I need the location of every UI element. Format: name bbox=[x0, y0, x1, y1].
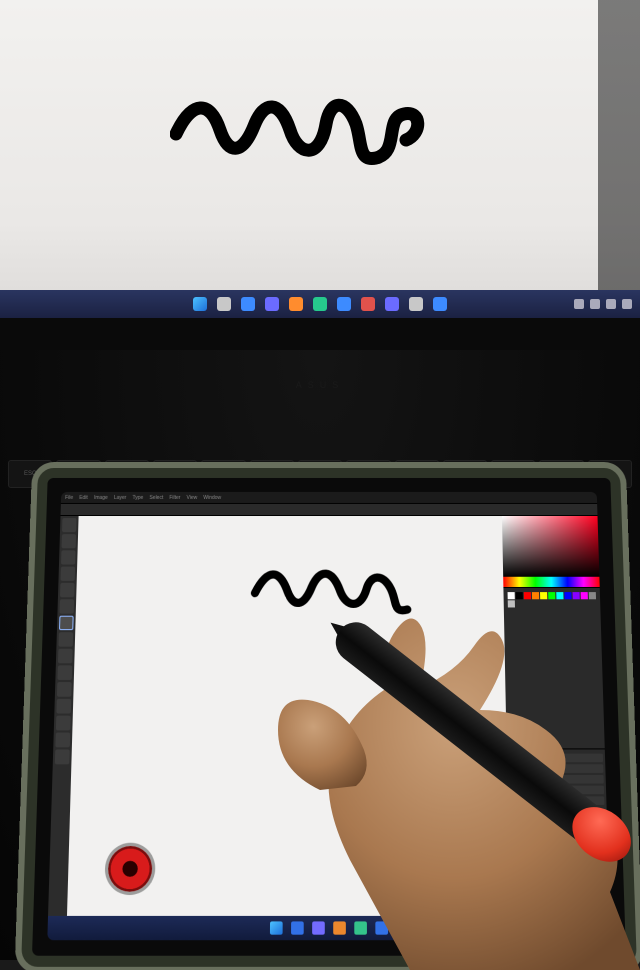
task-icon[interactable] bbox=[313, 297, 327, 311]
task-icon[interactable] bbox=[375, 921, 388, 934]
task-search-icon[interactable] bbox=[217, 297, 231, 311]
tool-pen-icon[interactable] bbox=[57, 682, 72, 697]
tool-wand-icon[interactable] bbox=[61, 567, 76, 581]
task-icon[interactable] bbox=[289, 297, 303, 311]
tool-crop-icon[interactable] bbox=[60, 583, 75, 597]
tool-lasso-icon[interactable] bbox=[61, 550, 76, 564]
task-icon[interactable] bbox=[241, 297, 255, 311]
swatches-panel[interactable] bbox=[503, 587, 604, 748]
task-icon[interactable] bbox=[361, 297, 375, 311]
monitor-system-tray[interactable] bbox=[574, 299, 632, 309]
external-monitor bbox=[0, 0, 640, 350]
tool-zoom-icon[interactable] bbox=[55, 749, 70, 764]
tablet-brush-stroke bbox=[249, 548, 422, 620]
menu-item[interactable]: Select bbox=[149, 494, 163, 500]
menu-item[interactable]: Filter bbox=[169, 494, 180, 500]
task-icon[interactable] bbox=[433, 297, 447, 311]
laptop-brand-label: ASUS bbox=[296, 380, 345, 390]
menu-item[interactable]: Window bbox=[203, 494, 221, 500]
layers-panel[interactable] bbox=[507, 748, 610, 916]
tablet-device: File Edit Image Layer Type Select Filter… bbox=[21, 468, 637, 967]
menu-item[interactable]: View bbox=[186, 494, 197, 500]
menu-item[interactable]: Image bbox=[94, 494, 108, 500]
tool-eyedropper-icon[interactable] bbox=[59, 599, 74, 613]
task-icon[interactable] bbox=[312, 921, 325, 934]
start-icon[interactable] bbox=[270, 921, 283, 934]
hue-slider[interactable] bbox=[503, 577, 600, 587]
monitor-taskbar bbox=[0, 290, 640, 318]
tablet-taskbar bbox=[47, 916, 610, 940]
tool-clone-icon[interactable] bbox=[58, 632, 73, 646]
app-options-bar[interactable] bbox=[61, 504, 598, 516]
tool-marquee-icon[interactable] bbox=[62, 534, 77, 548]
tool-hand-icon[interactable] bbox=[55, 733, 70, 748]
tool-eraser-icon[interactable] bbox=[58, 649, 73, 664]
task-icon[interactable] bbox=[409, 297, 423, 311]
tool-gradient-icon[interactable] bbox=[57, 665, 72, 680]
menu-item[interactable]: File bbox=[65, 494, 73, 500]
color-picker-panel[interactable] bbox=[502, 516, 599, 577]
tool-move-icon[interactable] bbox=[62, 518, 77, 532]
app-right-panels bbox=[502, 516, 610, 916]
tablet-system-tray[interactable] bbox=[553, 923, 604, 933]
task-icon[interactable] bbox=[291, 921, 304, 934]
tablet-screen: File Edit Image Layer Type Select Filter… bbox=[47, 492, 610, 940]
menu-item[interactable]: Layer bbox=[114, 494, 127, 500]
start-icon[interactable] bbox=[193, 297, 207, 311]
menu-item[interactable]: Edit bbox=[79, 494, 88, 500]
tool-brush-icon[interactable] bbox=[59, 616, 74, 630]
task-icon[interactable] bbox=[385, 297, 399, 311]
task-icon[interactable] bbox=[265, 297, 279, 311]
monitor-right-panel bbox=[598, 0, 640, 310]
app-menu-bar[interactable]: File Edit Image Layer Type Select Filter… bbox=[61, 492, 597, 504]
tool-shape-icon[interactable] bbox=[56, 716, 71, 731]
task-icon[interactable] bbox=[354, 921, 367, 934]
monitor-brush-stroke bbox=[170, 70, 430, 180]
menu-item[interactable]: Type bbox=[132, 494, 143, 500]
task-icon[interactable] bbox=[333, 921, 346, 934]
monitor-canvas-area bbox=[0, 0, 640, 318]
task-icon[interactable] bbox=[337, 297, 351, 311]
tool-text-icon[interactable] bbox=[56, 699, 71, 714]
